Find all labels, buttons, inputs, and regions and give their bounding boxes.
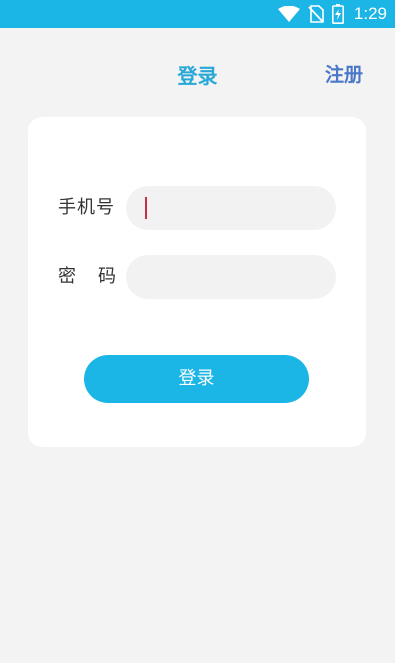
- battery-charging-icon: [331, 4, 344, 24]
- login-card: 手机号 密码 登录: [28, 117, 366, 447]
- login-button[interactable]: 登录: [84, 355, 309, 403]
- register-link[interactable]: 注册: [325, 60, 363, 87]
- phone-label: 手机号: [58, 197, 115, 218]
- status-icons: 1:29: [277, 0, 387, 28]
- no-sim-icon: [308, 5, 324, 23]
- phone-input[interactable]: [126, 186, 336, 230]
- password-input[interactable]: [126, 255, 336, 299]
- status-time: 1:29: [353, 4, 387, 23]
- phone-row: 手机号: [28, 186, 366, 230]
- password-row: 密码: [28, 255, 366, 299]
- status-bar: 1:29: [0, 0, 395, 28]
- header: 登录 注册: [0, 28, 395, 118]
- text-cursor: [145, 197, 147, 219]
- wifi-icon: [277, 6, 300, 22]
